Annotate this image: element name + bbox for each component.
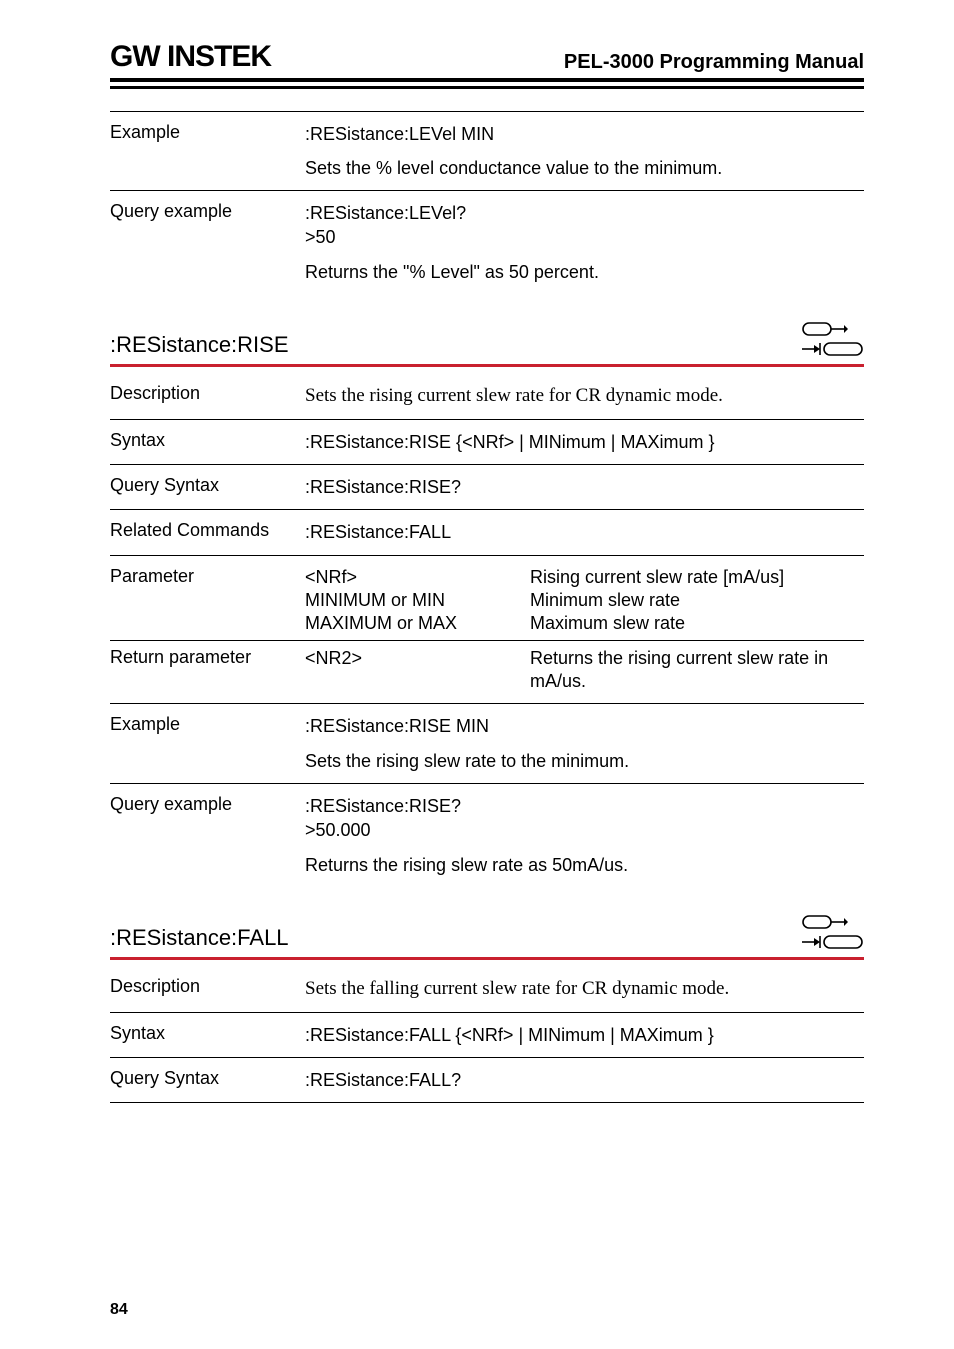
description-label: Description [110,383,305,404]
description-text: Sets the rising current slew rate for CR… [305,383,864,409]
query-command: :RESistance:RISE? [305,794,864,818]
example-description: Sets the % level conductance value to th… [305,156,864,180]
brand-logo: GW INSTEK [110,40,271,74]
example-label: Example [110,714,305,735]
query-example-label: Query example [110,794,305,815]
description-label: Description [110,976,305,997]
page-title: PEL-3000 Programming Manual [564,51,864,74]
example-command: :RESistance:LEVel MIN [305,122,864,146]
query-example-label: Query example [110,201,305,222]
param-row-desc: Maximum slew rate [530,612,864,635]
query-syntax-label: Query Syntax [110,1068,305,1089]
query-description: Returns the "% Level" as 50 percent. [305,260,864,284]
return-param-desc: Returns the rising current slew rate in … [530,647,864,694]
parameter-label: Parameter [110,566,305,589]
syntax-label: Syntax [110,430,305,451]
query-response: >50 [305,225,864,249]
query-command: :RESistance:LEVel? [305,201,864,225]
query-description: Returns the rising slew rate as 50mA/us. [305,853,864,877]
param-row-value: MINIMUM or MIN [305,589,530,612]
query-syntax-text: :RESistance:RISE? [305,475,864,499]
syntax-label: Syntax [110,1023,305,1044]
return-param-label: Return parameter [110,647,305,694]
set-icon [802,320,848,338]
description-text: Sets the falling current slew rate for C… [305,976,864,1002]
example-description: Sets the rising slew rate to the minimum… [305,749,864,773]
query-syntax-label: Query Syntax [110,475,305,496]
set-icon [802,913,848,931]
related-commands-text: :RESistance:FALL [305,520,864,544]
param-row-value: MAXIMUM or MAX [305,612,530,635]
query-icon [802,933,864,951]
syntax-text: :RESistance:RISE {<NRf> | MINimum | MAXi… [305,430,864,454]
section-heading-fall: :RESistance:FALL [110,925,289,951]
return-param-value: <NR2> [305,647,530,694]
example-label: Example [110,122,305,143]
param-row-desc: Rising current slew rate [mA/us] [530,566,864,589]
example-command: :RESistance:RISE MIN [305,714,864,738]
syntax-text: :RESistance:FALL {<NRf> | MINimum | MAXi… [305,1023,864,1047]
query-syntax-text: :RESistance:FALL? [305,1068,864,1092]
related-commands-label: Related Commands [110,520,305,541]
query-response: >50.000 [305,818,864,842]
page-number: 84 [110,1301,128,1319]
param-row-value: <NRf> [305,566,530,589]
param-row-desc: Minimum slew rate [530,589,864,612]
section-heading-rise: :RESistance:RISE [110,332,289,358]
query-icon [802,340,864,358]
set-query-icons [802,320,864,358]
set-query-icons [802,913,864,951]
